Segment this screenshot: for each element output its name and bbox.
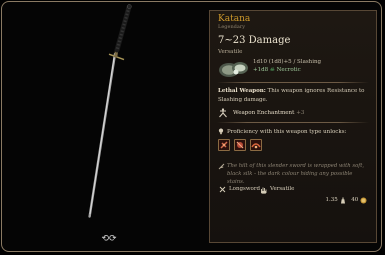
item-name: Katana	[218, 14, 251, 24]
damage-dice: 1d10 (1d8)+5	[253, 59, 292, 65]
item-rarity: Legendary	[218, 24, 246, 30]
weapon-enchantment[interactable]: Weapon Enchantment +3	[233, 109, 304, 117]
damage-dice: +1d8	[253, 67, 269, 73]
weapon-preview[interactable]: ⟲⟳	[2, 2, 207, 251]
item-stats-footer: 1.35 40	[326, 195, 368, 205]
tag-versatile[interactable]: Versatile	[270, 185, 294, 193]
katana-image	[88, 4, 132, 218]
weight-icon	[340, 196, 345, 203]
weapon-action-pommel-strike-icon[interactable]	[234, 139, 246, 151]
enchantment-label: Weapon Enchantment	[233, 110, 295, 116]
gold-coin-icon	[360, 197, 367, 203]
enchantment-icon	[219, 108, 227, 118]
item-inspect-window: ⟲⟳ Katana Legendary 7~23 Damage Versatil…	[1, 1, 382, 252]
damage-type: Slashing	[297, 59, 322, 65]
damage-line-slashing: 1d10 (1d8)+5 / Slashing	[253, 59, 321, 66]
item-tooltip: Katana Legendary 7~23 Damage Versatile 1…	[209, 10, 377, 243]
necrotic-skull-icon: ☠	[269, 67, 275, 73]
rotate-arrows-icon[interactable]: ⟲⟳	[100, 233, 118, 245]
weapon-property: Versatile	[218, 49, 243, 55]
weapon-damage-icon	[219, 62, 248, 77]
gold-value: 40	[351, 197, 359, 203]
proficiency-unlocks-label: Proficiency with this weapon type unlock…	[227, 129, 347, 135]
flavor-text: The hilt of this slender sword is wrappe…	[227, 163, 365, 185]
divider	[217, 122, 369, 123]
lightbulb-icon	[218, 128, 224, 135]
weapon-action-slash-icon[interactable]	[218, 139, 230, 151]
divider	[217, 82, 369, 83]
hand-icon	[261, 187, 267, 194]
slash-icon: /	[293, 59, 296, 65]
lethal-weapon-description: Lethal Weapon: This weapon ignores Resis…	[218, 87, 366, 105]
damage-type: Necrotic	[276, 67, 301, 73]
tag-longsword[interactable]: Longsword	[229, 185, 260, 193]
weapon-action-cleave-icon[interactable]	[250, 139, 262, 151]
quill-icon	[218, 163, 225, 170]
weight-value: 1.35	[325, 197, 338, 203]
damage-line-necrotic: +1d8 ☠ Necrotic	[253, 67, 301, 74]
damage-range: 7~23 Damage	[218, 35, 291, 46]
enchantment-value: +3	[296, 110, 305, 116]
crossed-swords-icon	[219, 186, 226, 193]
lethal-weapon-title: Lethal Weapon:	[218, 88, 266, 94]
